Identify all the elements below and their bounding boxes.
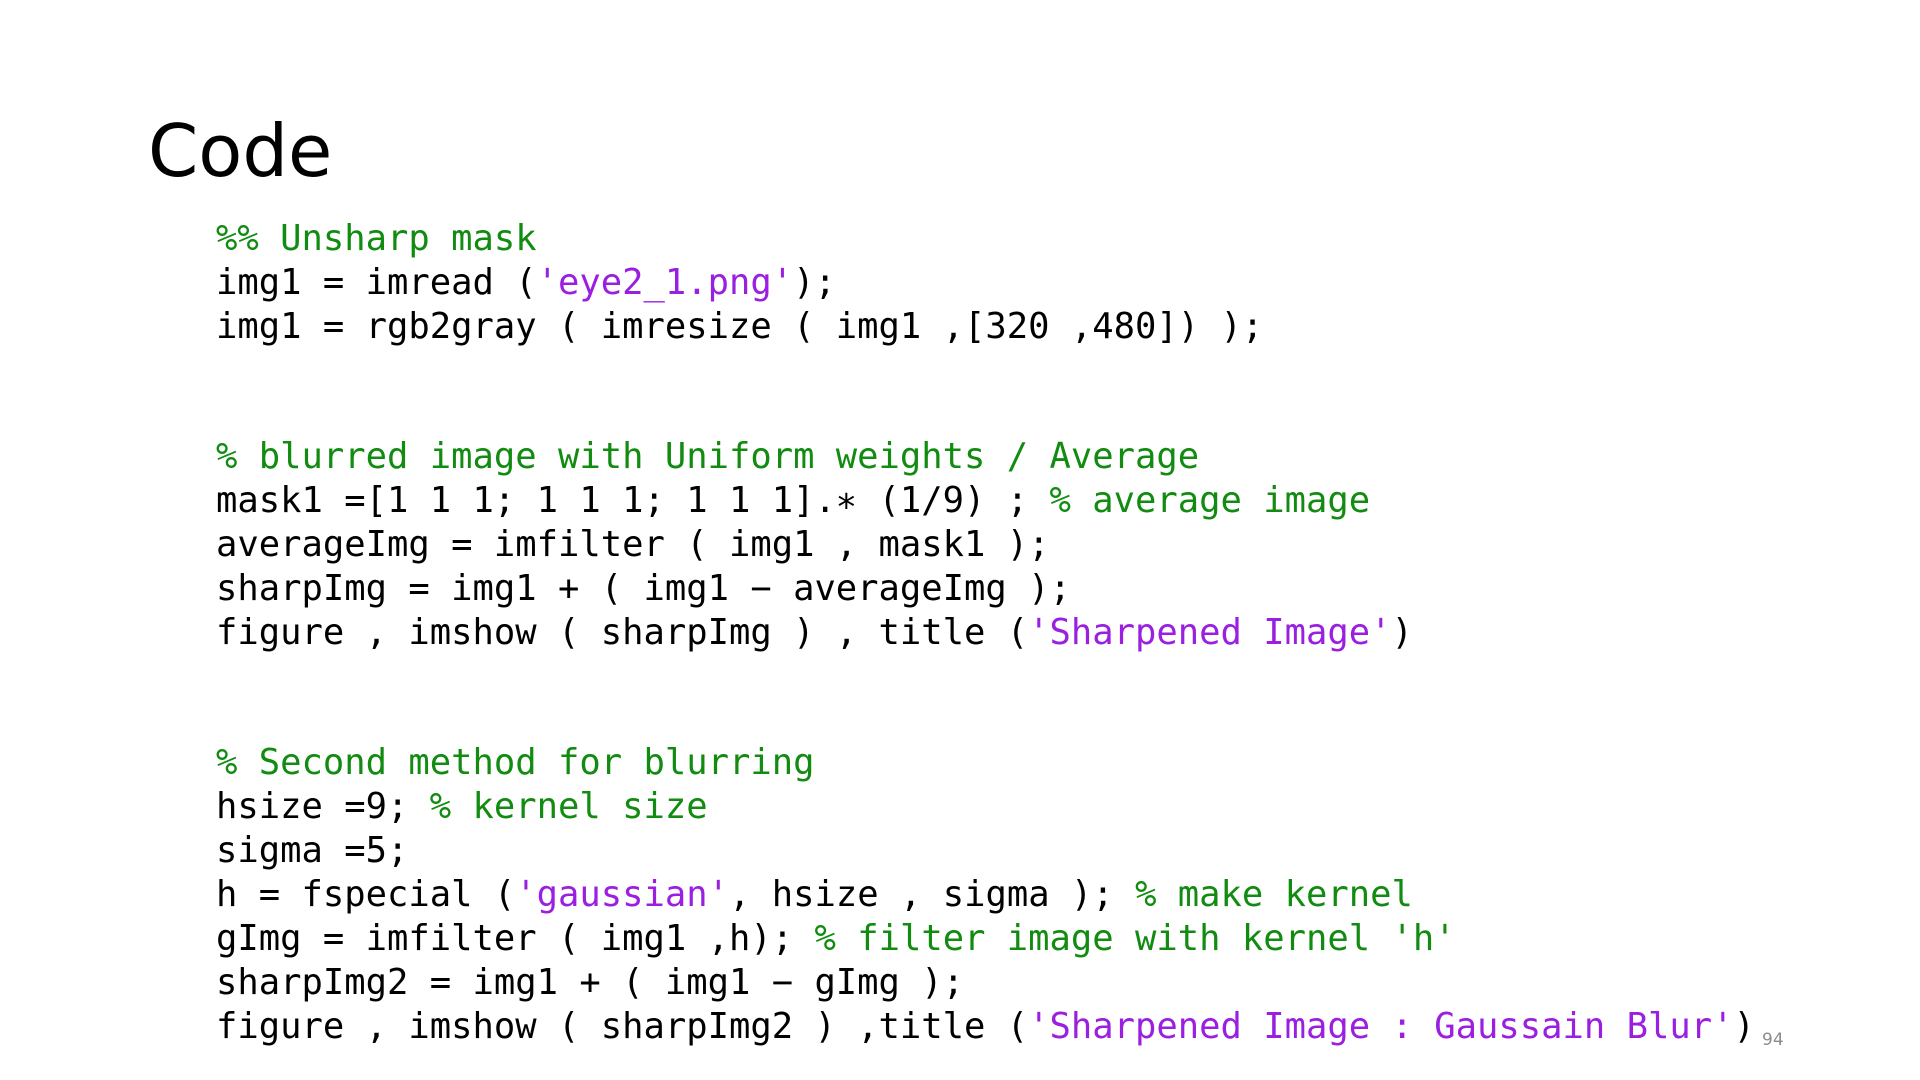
code-comment-token: % kernel size [429,786,708,827]
code-line: img1 = imread ('eye2_1.png'); [216,261,1755,305]
code-line: hsize =9; % kernel size [216,785,1755,829]
code-line: averageImg = imfilter ( img1 , mask1 ); [216,523,1755,567]
code-line: % blurred image with Uniform weights / A… [216,435,1755,479]
code-block: %% Unsharp mask img1 = imread ('eye2_1.pn… [216,217,1755,1049]
code-code-token: ) [1733,1006,1755,1047]
code-line: sharpImg2 = img1 + ( img1 − gImg ); [216,961,1755,1005]
code-comment-token: % Second method for blurring [216,742,815,783]
code-line: img1 = rgb2gray ( imresize ( img1 ,[320 … [216,305,1755,349]
code-code-token: sigma =5; [216,830,409,871]
code-code-token: h = fspecial ( [216,874,516,915]
code-line: %% Unsharp mask [216,217,1755,261]
code-line: mask1 =[1 1 1; 1 1 1; 1 1 1].∗ (1/9) ; %… [216,479,1755,523]
code-line: h = fspecial ('gaussian', hsize , sigma … [216,873,1755,917]
code-line: figure , imshow ( sharpImg2 ) ,title ('S… [216,1005,1755,1049]
code-code-token: sharpImg2 = img1 + ( img1 − gImg ); [216,962,965,1003]
code-string-token: 'Sharpened Image' [1028,612,1392,653]
slide-title: Code [148,109,333,193]
code-string-token: 'gaussian' [515,874,729,915]
code-code-token: img1 = rgb2gray ( imresize ( img1 ,[320 … [216,306,1264,347]
code-line: sigma =5; [216,829,1755,873]
code-code-token: ); [793,262,836,303]
code-comment-token: % filter image with kernel 'h' [814,918,1456,959]
code-comment-token: % make kernel [1135,874,1413,915]
code-comment-token: %% Unsharp mask [216,218,537,259]
code-code-token: hsize =9; [216,786,430,827]
code-line: % Second method for blurring [216,741,1755,785]
code-line: sharpImg = img1 + ( img1 − averageImg ); [216,567,1755,611]
code-code-token: mask1 =[1 1 1; 1 1 1; 1 1 1].∗ (1/9) ; [216,480,1050,521]
code-comment-token: % blurred image with Uniform weights / A… [216,436,1200,477]
code-line: figure , imshow ( sharpImg ) , title ('S… [216,611,1755,655]
code-code-token: img1 = imread ( [216,262,537,303]
code-code-token: , hsize , sigma ); [728,874,1136,915]
code-line: gImg = imfilter ( img1 ,h); % filter ima… [216,917,1755,961]
code-string-token: 'eye2_1.png' [536,262,794,303]
code-code-token: ) [1391,612,1413,653]
code-code-token: sharpImg = img1 + ( img1 − averageImg ); [216,568,1071,609]
page-number: 94 [1762,1030,1784,1050]
code-code-token: averageImg = imfilter ( img1 , mask1 ); [216,524,1050,565]
code-code-token: gImg = imfilter ( img1 ,h); [216,918,815,959]
code-code-token: figure , imshow ( sharpImg ) , title ( [216,612,1029,653]
code-code-token: figure , imshow ( sharpImg2 ) ,title ( [216,1006,1029,1047]
code-string-token: 'Sharpened Image : Gaussain Blur' [1028,1006,1734,1047]
code-comment-token: % average image [1049,480,1371,521]
